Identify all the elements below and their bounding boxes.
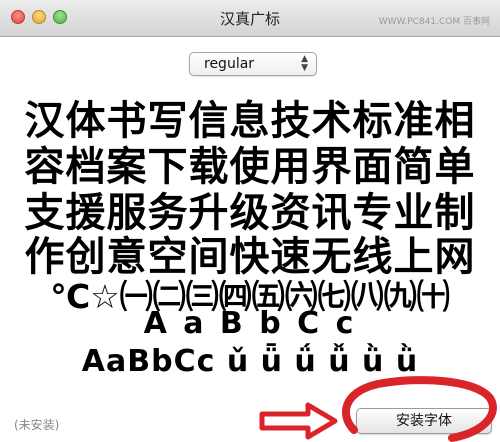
install-status: (未安装) (14, 418, 60, 432)
red-arrow-annotation (259, 402, 338, 440)
font-style-value: regular (204, 56, 255, 72)
red-circle-annotation (342, 376, 497, 442)
select-arrows-icon: ▲ ▼ (301, 54, 308, 73)
preview-line-latin-spaced: A a B b C c (143, 306, 357, 341)
font-style-select[interactable]: regular ▲ ▼ (189, 52, 317, 76)
watermark: WWW.PC841.COM 百事网 (378, 17, 490, 27)
title-bar: 汉真广标 WWW.PC841.COM 百事网 (0, 0, 500, 37)
